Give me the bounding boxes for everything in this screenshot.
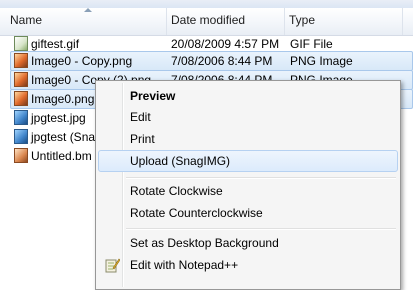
file-date: 20/08/2009 4:57 PM	[171, 37, 280, 51]
context-menu: Preview Edit Print Upload (SnagIMG) Rota…	[95, 80, 401, 290]
column-header-name[interactable]: Name	[6, 8, 167, 35]
sort-ascending-icon	[84, 8, 92, 12]
header-top-strip	[0, 0, 413, 8]
menu-item-label: Preview	[130, 89, 176, 103]
menu-item-label: Upload (SnagIMG)	[130, 154, 231, 168]
png-file-icon	[14, 91, 28, 106]
gif-file-icon	[14, 36, 28, 51]
menu-item-label: Edit with Notepad++	[130, 258, 239, 272]
file-row[interactable]: Image0 - Copy.png 7/08/2006 8:44 PM PNG …	[0, 51, 413, 71]
menu-separator	[126, 177, 396, 179]
jpg-file-icon	[14, 110, 28, 125]
column-headers: Name Date modified Type	[0, 8, 413, 36]
menu-item-label: Rotate Counterclockwise	[130, 206, 263, 220]
file-name: jpgtest.jpg	[31, 111, 86, 125]
menu-item-edit-with-notepad[interactable]: Edit with Notepad++	[98, 254, 398, 276]
menu-separator	[126, 228, 396, 230]
file-date: 7/08/2006 8:44 PM	[171, 54, 273, 68]
column-header-type[interactable]: Type	[285, 8, 403, 35]
menu-item-label: Rotate Clockwise	[130, 184, 223, 198]
file-name: Untitled.bm	[31, 149, 92, 163]
png-file-icon	[14, 72, 28, 87]
menu-item-label: Print	[130, 132, 155, 146]
column-header-date-modified[interactable]: Date modified	[167, 8, 285, 35]
menu-item-set-desktop-background[interactable]: Set as Desktop Background	[98, 232, 398, 254]
png-file-icon	[14, 53, 28, 68]
menu-item-edit[interactable]: Edit	[98, 106, 398, 128]
column-header-bar: Name Date modified Type	[0, 0, 413, 36]
column-header-overflow[interactable]	[403, 8, 413, 35]
menu-item-upload-snagimg[interactable]: Upload (SnagIMG)	[98, 150, 398, 172]
menu-item-rotate-counterclockwise[interactable]: Rotate Counterclockwise	[98, 202, 398, 224]
bmp-file-icon	[14, 148, 28, 163]
jpg-file-icon	[14, 129, 28, 144]
file-name: Image0 - Copy.png	[31, 54, 133, 68]
column-header-type-label: Type	[289, 13, 316, 27]
file-name: Image0.png	[31, 92, 95, 106]
menu-item-label: Edit	[130, 110, 151, 124]
menu-item-preview[interactable]: Preview	[98, 85, 398, 107]
file-type: PNG Image	[290, 54, 353, 68]
file-type: GIF File	[290, 37, 333, 51]
file-name: giftest.gif	[31, 37, 80, 51]
file-name: jpgtest (Snag	[31, 130, 102, 144]
notepad-plus-plus-icon	[105, 258, 120, 273]
menu-item-rotate-clockwise[interactable]: Rotate Clockwise	[98, 180, 398, 202]
menu-item-label: Set as Desktop Background	[130, 236, 279, 250]
menu-item-print[interactable]: Print	[98, 128, 398, 150]
column-header-name-label: Name	[10, 13, 43, 27]
column-header-date-label: Date modified	[171, 13, 246, 27]
